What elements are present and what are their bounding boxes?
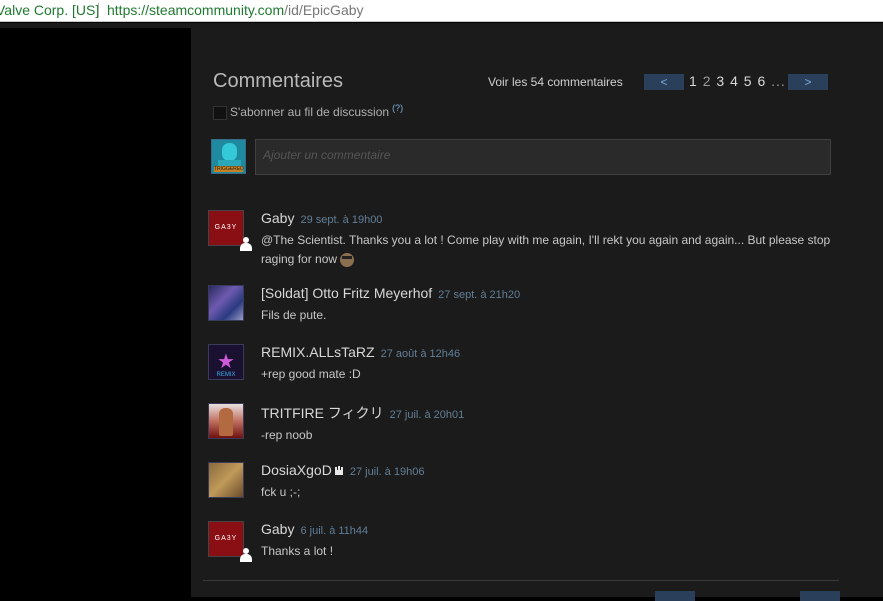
view-all-comments-link[interactable]: Voir les 54 commentaires [488, 75, 623, 89]
crown-icon [334, 465, 344, 476]
star-icon: ★ [217, 351, 235, 373]
comment-text: fck u ;-; [261, 485, 301, 499]
avatar-head [222, 143, 237, 161]
pagination: 1 2 3 4 5 6 ... 9 [689, 73, 799, 89]
add-comment-input[interactable]: Ajouter un commentaire [255, 139, 831, 175]
my-avatar[interactable]: TRIGGERED [211, 139, 246, 174]
avatar-text: GA3Y [214, 224, 238, 231]
subscribe-checkbox[interactable] [213, 105, 227, 120]
next-page-button[interactable]: > [788, 74, 828, 90]
address-separator [98, 3, 99, 17]
comment-avatar[interactable] [208, 462, 244, 498]
comment-avatar[interactable] [208, 403, 244, 439]
browser-address-bar[interactable]: Valve Corp. [US] https://steamcommunity.… [0, 0, 883, 22]
comment-avatar[interactable] [208, 285, 244, 321]
url-path: /id/EpicGaby [284, 2, 364, 18]
comment-author[interactable]: DosiaXgoD [261, 462, 332, 478]
comment-text: Thanks a lot ! [261, 544, 334, 558]
prev-page-button[interactable]: < [644, 74, 684, 90]
next-page-button-bottom[interactable] [800, 591, 840, 601]
avatar-figure [219, 408, 233, 436]
comment-text: Fils de pute. [261, 308, 327, 322]
comment-author[interactable]: REMIX.ALLsTaRZ [261, 344, 375, 360]
avatar-text: GA3Y [214, 535, 238, 542]
comments-panel: Commentaires Voir les 54 commentaires < … [191, 28, 883, 601]
emoticon-icon [340, 252, 355, 267]
comment-author[interactable]: Gaby [261, 210, 294, 226]
comment-author[interactable]: [Soldat] Otto Fritz Meyerhof [261, 285, 432, 301]
comments-divider [203, 580, 839, 581]
page-link[interactable]: 3 [716, 73, 725, 89]
page-link[interactable]: 2 [703, 73, 712, 89]
comment-date: 29 sept. à 19h00 [300, 214, 383, 226]
comment-date: 27 sept. à 21h20 [438, 289, 521, 301]
avatar-text: REMIX [216, 372, 236, 378]
comment-date: 6 juil. à 11h44 [300, 525, 369, 537]
comment-text: +rep good mate :D [261, 367, 361, 381]
url-text[interactable]: https://steamcommunity.com/id/EpicGaby [107, 0, 364, 20]
bottom-pagination [655, 591, 845, 601]
help-link[interactable]: (?) [392, 103, 403, 113]
comment-date: 27 juil. à 20h01 [389, 409, 465, 421]
avatar-tag: TRIGGERED [214, 166, 244, 172]
comment-date: 27 août à 12h46 [380, 348, 461, 360]
comment-avatar[interactable]: ★ REMIX [208, 344, 244, 380]
page-link[interactable]: 1 [689, 73, 698, 89]
prev-page-button-bottom[interactable] [655, 591, 695, 601]
subscribe-row: S'abonner au fil de discussion (?) [213, 103, 403, 120]
page-link[interactable]: 5 [744, 73, 753, 89]
person-icon [239, 548, 253, 562]
page-link[interactable]: 6 [757, 73, 766, 89]
comments-title: Commentaires [213, 70, 344, 92]
page-ellipsis: ... [771, 73, 786, 89]
url-host: https://steamcommunity.com [107, 2, 285, 18]
subscribe-label[interactable]: S'abonner au fil de discussion [230, 105, 389, 119]
comment-date: 27 juil. à 19h06 [349, 466, 425, 478]
certificate-label[interactable]: Valve Corp. [US] [0, 0, 99, 20]
comment-author[interactable]: TRITFIRE フィクリ [261, 405, 384, 421]
person-icon [239, 237, 253, 251]
comment-text: -rep noob [261, 428, 313, 442]
left-background [0, 28, 191, 597]
comment-author[interactable]: Gaby [261, 521, 294, 537]
page-link[interactable]: 4 [730, 73, 739, 89]
